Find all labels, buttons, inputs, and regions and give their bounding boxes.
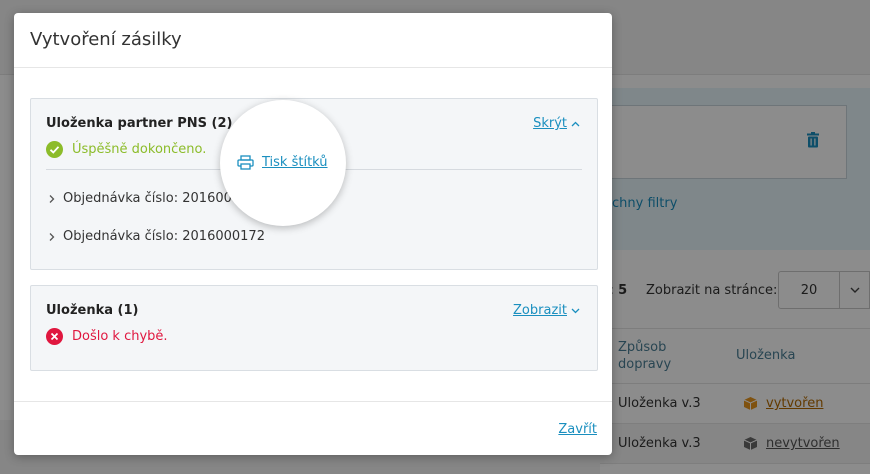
status-text: Došlo k chybě. bbox=[72, 329, 168, 344]
carrier-panel-ulozenka: Uloženka (1) Zobrazit Došlo k chybě. bbox=[30, 285, 598, 371]
status-error: Došlo k chybě. bbox=[46, 328, 168, 345]
check-circle-icon bbox=[46, 141, 63, 158]
panel-title: Uloženka (1) bbox=[46, 303, 139, 318]
modal-footer: Zavřít bbox=[14, 401, 612, 455]
chevron-up-icon bbox=[571, 121, 580, 126]
close-button[interactable]: Zavřít bbox=[558, 422, 597, 437]
panel-title: Uloženka partner PNS (2) bbox=[46, 116, 233, 131]
hide-toggle-label: Skrýt bbox=[533, 116, 567, 131]
modal-title: Vytvoření zásilky bbox=[30, 29, 182, 50]
chevron-right-icon bbox=[49, 232, 55, 241]
print-labels-label: Tisk štítků bbox=[262, 155, 328, 170]
chevron-down-icon bbox=[571, 308, 580, 313]
show-toggle-label: Zobrazit bbox=[513, 303, 567, 318]
chevron-right-icon bbox=[49, 194, 55, 203]
status-text: Úspěšně dokončeno. bbox=[72, 142, 207, 157]
status-success: Úspěšně dokončeno. bbox=[46, 141, 206, 158]
order-item[interactable]: Objednávka číslo: 2016000172 bbox=[48, 229, 265, 244]
printer-icon bbox=[237, 155, 254, 170]
print-labels-button[interactable]: Tisk štítků bbox=[237, 155, 328, 170]
show-toggle[interactable]: Zobrazit bbox=[513, 303, 580, 318]
error-circle-icon bbox=[46, 328, 63, 345]
create-shipment-modal: Vytvoření zásilky Uloženka partner PNS (… bbox=[14, 13, 612, 455]
modal-header: Vytvoření zásilky bbox=[14, 13, 612, 68]
order-label: Objednávka číslo: 2016000172 bbox=[63, 229, 265, 244]
hide-toggle[interactable]: Skrýt bbox=[533, 116, 580, 131]
